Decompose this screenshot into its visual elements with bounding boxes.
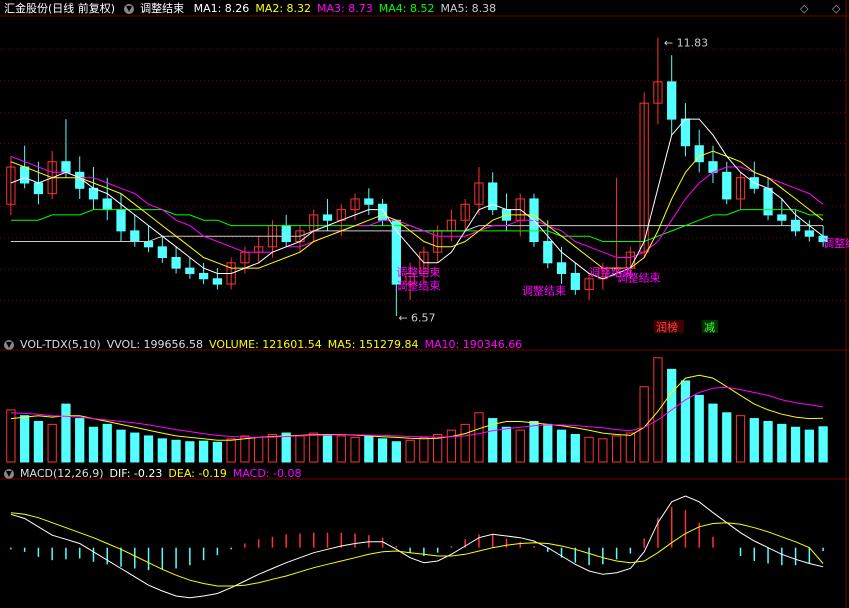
- volume-bar: [6, 409, 16, 463]
- volume-bar: [20, 415, 30, 463]
- low-price-label: ← 6.57: [398, 312, 435, 325]
- volume-bar: [804, 429, 814, 463]
- candle-body: [281, 225, 291, 243]
- volume-bar: [611, 435, 622, 463]
- candle-body: [185, 267, 195, 274]
- volume-bar: [653, 357, 663, 463]
- chart-canvas[interactable]: ← 11.83← 6.57调整结束调整结束调整结束调整结束调整结束调整结束润榜减: [0, 0, 849, 608]
- volume-bar: [295, 435, 305, 463]
- ma1-line: [10, 118, 824, 280]
- volume-bar: [336, 435, 346, 463]
- volume-bar: [790, 426, 801, 463]
- volume-bar: [501, 426, 512, 463]
- volume-bar: [598, 438, 608, 463]
- volume-bar: [171, 439, 181, 463]
- high-price-label: ← 11.83: [664, 37, 708, 50]
- volume-bar: [446, 429, 457, 463]
- volume-bar: [515, 429, 525, 463]
- volume-bar: [254, 436, 264, 463]
- signal-label: 调整结束: [522, 284, 566, 298]
- candle-body: [143, 241, 154, 248]
- signal-label: 调整结束: [823, 236, 849, 250]
- volume-bar: [116, 429, 126, 463]
- volume-bar: [777, 423, 787, 463]
- volume-bar: [584, 436, 594, 463]
- volume-bar: [625, 432, 636, 463]
- volume-bar: [405, 439, 415, 463]
- candle-body: [667, 81, 677, 120]
- volume-bar: [419, 436, 429, 463]
- candle-body: [61, 161, 71, 173]
- volume-bar: [460, 423, 470, 463]
- volume-bar: [749, 418, 759, 463]
- volume-bar: [722, 412, 732, 463]
- candle-body: [102, 198, 112, 211]
- candle-body: [556, 262, 567, 274]
- volume-bar: [364, 436, 374, 463]
- volume-bar: [543, 423, 553, 463]
- candle-body: [157, 246, 167, 258]
- candle-body: [377, 203, 388, 221]
- volume-bar: [350, 436, 360, 463]
- volume-bar: [185, 441, 195, 463]
- tag-badge: 减: [704, 321, 715, 334]
- candle-body: [322, 214, 333, 221]
- volume-bar: [735, 415, 746, 463]
- volume-bar: [33, 420, 44, 463]
- volume-bar: [130, 432, 140, 463]
- candle-body: [570, 272, 580, 290]
- volume-bar: [102, 423, 112, 463]
- candle-body: [543, 241, 553, 264]
- candle-body: [116, 209, 126, 232]
- volume-bar: [212, 441, 223, 463]
- volume-bar: [377, 438, 388, 463]
- volume-bar: [143, 435, 154, 463]
- volume-bar: [570, 434, 580, 463]
- candle-body: [198, 272, 209, 280]
- volume-bar: [556, 429, 567, 463]
- candle-body: [33, 182, 44, 195]
- ma3-line: [10, 155, 824, 258]
- candle-body: [777, 214, 787, 221]
- volume-bar: [391, 441, 401, 463]
- volume-bar: [322, 434, 333, 463]
- signal-label: 调整结束: [396, 265, 440, 279]
- candle-body: [763, 187, 773, 216]
- volume-bar: [226, 438, 236, 463]
- volume-bar: [763, 420, 773, 463]
- volume-bar: [474, 412, 484, 463]
- volume-bar: [309, 432, 319, 463]
- signal-label: 调整结束: [617, 270, 661, 284]
- signal-label: 调整结束: [396, 278, 440, 292]
- tag-badge: 润榜: [656, 320, 678, 334]
- candle-body: [722, 171, 732, 200]
- volume-bar: [157, 438, 167, 463]
- volume-bar: [267, 434, 278, 463]
- candle-body: [171, 256, 181, 269]
- volume-bar: [47, 423, 57, 463]
- volume-bar: [529, 420, 539, 463]
- volume-bar: [708, 403, 718, 463]
- volume-bar: [694, 394, 704, 463]
- candle-body: [364, 198, 374, 205]
- volume-bar: [667, 368, 677, 463]
- candle-body: [804, 230, 814, 237]
- volume-bar: [75, 418, 85, 463]
- volume-bar: [281, 432, 291, 463]
- volume-bar: [198, 440, 209, 463]
- candle-body: [212, 278, 223, 285]
- volume-bar: [88, 426, 99, 463]
- dif-line: [10, 495, 824, 599]
- candle-body: [20, 166, 30, 184]
- candle-body: [130, 230, 140, 243]
- volume-bar: [61, 403, 71, 463]
- volume-bar: [680, 380, 691, 463]
- volume-bar: [818, 426, 828, 463]
- volume-bar: [240, 435, 250, 463]
